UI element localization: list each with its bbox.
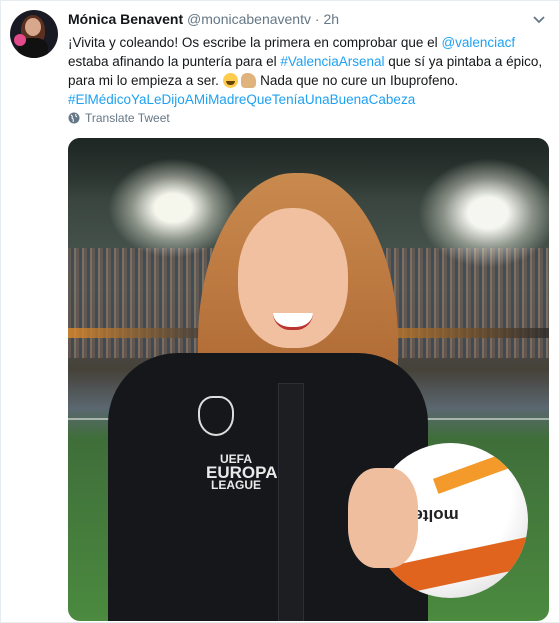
person-hand (348, 468, 418, 568)
user-avatar[interactable] (10, 10, 58, 58)
translate-label: Translate Tweet (85, 111, 170, 125)
floodlight (418, 158, 549, 268)
hashtag-link[interactable]: #ValenciaArsenal (280, 54, 384, 69)
tweet-header: Mónica Benavent @monicabenaventv · 2h (68, 11, 339, 27)
globe-icon (68, 112, 80, 124)
lanyard (278, 383, 304, 621)
tweet-card[interactable]: Mónica Benavent @monicabenaventv · 2h ¡V… (0, 0, 560, 623)
tweet-text-part: ¡Vivita y coleando! Os escribe la primer… (68, 35, 442, 50)
chevron-down-icon[interactable] (532, 13, 546, 27)
tweet-text: ¡Vivita y coleando! Os escribe la primer… (68, 33, 548, 109)
tweet-timestamp[interactable]: 2h (323, 11, 339, 27)
jacket-brand: UEFA EUROPA LEAGUE (206, 453, 277, 492)
user-handle[interactable]: @monicabenaventv (187, 11, 311, 27)
separator-dot: · (314, 11, 320, 27)
flexed-biceps-emoji-icon (241, 73, 257, 88)
tweet-photo[interactable]: UEFA EUROPA LEAGUE molten (68, 138, 549, 621)
tweet-text-part: Nada que no cure un Ibuprofeno. (256, 73, 459, 88)
translate-tweet-link[interactable]: Translate Tweet (68, 111, 170, 125)
jacket-brand-line: LEAGUE (210, 478, 261, 492)
laughing-emoji-icon (222, 73, 238, 88)
tweet-text-part: estaba afinando la puntería para el (68, 54, 281, 69)
display-name[interactable]: Mónica Benavent (68, 11, 183, 27)
mention-link[interactable]: @valenciacf (441, 35, 515, 50)
uefa-logo-icon (198, 396, 234, 436)
hashtag-link[interactable]: #ElMédicoYaLeDijoAMiMadreQueTeníaUnaBuen… (68, 92, 415, 107)
